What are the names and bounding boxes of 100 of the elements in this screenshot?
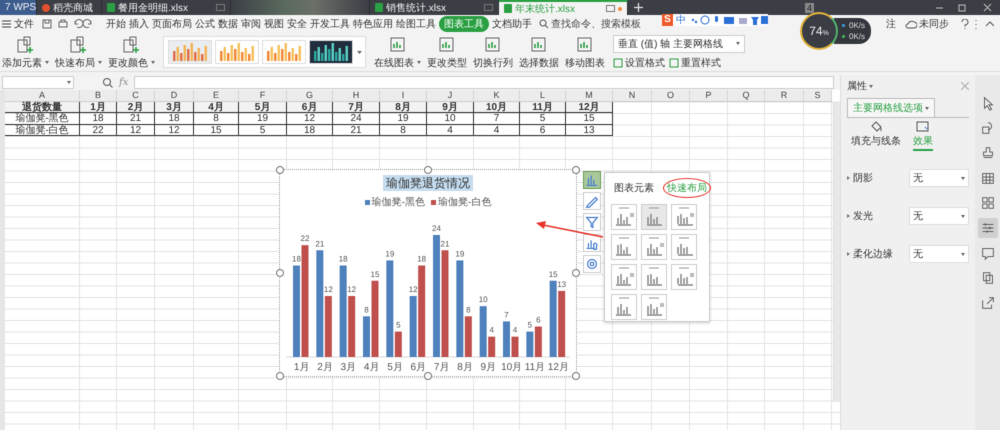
column-header[interactable]: Q xyxy=(728,90,765,102)
ribbon-small-button[interactable]: 设置格式 xyxy=(613,56,665,70)
column-header[interactable]: R xyxy=(765,90,804,102)
tab-count-badge[interactable]: 4 xyxy=(804,2,814,12)
command-search[interactable]: 查找命令、搜索模板 xyxy=(539,17,641,31)
property-dropdown[interactable]: 无 xyxy=(909,245,969,263)
file-tab[interactable]: 稻壳商城 xyxy=(37,0,102,15)
column-header[interactable]: C xyxy=(117,90,155,102)
menu-tab[interactable]: 公式 xyxy=(195,16,215,32)
layout-thumbnail[interactable] xyxy=(611,264,637,290)
chart-style-thumbnail[interactable] xyxy=(168,40,212,64)
column-header[interactable]: D xyxy=(155,90,194,102)
menu-tab[interactable]: 文档助手 xyxy=(492,16,532,32)
resize-handle[interactable] xyxy=(276,166,284,174)
property-label[interactable]: 柔化边缘 xyxy=(847,247,893,261)
menu-tab[interactable]: 开始 xyxy=(106,16,126,32)
resize-handle[interactable] xyxy=(424,166,432,174)
layout-thumbnail[interactable] xyxy=(641,204,667,230)
layout-thumbnail[interactable] xyxy=(641,234,667,260)
resize-handle[interactable] xyxy=(276,269,284,277)
ribbon-button[interactable]: 切换行列 xyxy=(471,34,515,70)
bar[interactable] xyxy=(386,260,394,357)
layout-thumbnail[interactable] xyxy=(671,204,697,230)
column-header[interactable]: O xyxy=(652,90,690,102)
layout-thumbnail[interactable] xyxy=(671,234,697,260)
chart-area[interactable]: 瑜伽凳退货情况 瑜伽凳-黑色 瑜伽凳-白色 18 22 1月 21 12 2月 18 12 3月 8 15 4月 19 5 5月 12 18 6月 24 21 7月 19 8 8月 10 4 9月 7 4 10月 5 6 11月 15 13 12月 xyxy=(279,169,577,377)
layout-thumbnail[interactable] xyxy=(611,204,637,230)
column-header[interactable]: E xyxy=(194,90,239,102)
ribbon-button[interactable]: 选择数据 xyxy=(517,34,561,70)
property-label[interactable]: 阴影 xyxy=(847,171,873,185)
bar[interactable] xyxy=(526,332,534,357)
window-controls-icon[interactable] xyxy=(934,2,994,12)
column-header[interactable]: I xyxy=(380,90,427,102)
column-header[interactable]: B xyxy=(80,90,117,102)
property-label[interactable]: 发光 xyxy=(847,209,873,223)
comment-menu[interactable]: 注 xyxy=(886,17,896,31)
help-more-icons[interactable] xyxy=(960,19,994,29)
vertical-scrollbar[interactable] xyxy=(833,102,840,402)
ribbon-button[interactable]: 快速布局 xyxy=(53,34,104,70)
file-tab[interactable]: 7 WPS xyxy=(0,0,37,15)
ribbon-small-button[interactable]: 重置样式 xyxy=(669,56,721,70)
formula-input[interactable] xyxy=(134,76,834,89)
sync-status[interactable]: 未同步 xyxy=(905,17,949,31)
bar[interactable] xyxy=(348,296,356,357)
zoom-icon[interactable] xyxy=(102,77,113,88)
resize-handle[interactable] xyxy=(572,269,580,277)
resize-handle[interactable] xyxy=(572,372,580,380)
column-header[interactable]: G xyxy=(287,90,333,102)
menu-tab[interactable]: 绘图工具 xyxy=(396,16,436,32)
bar[interactable] xyxy=(340,266,347,357)
column-header[interactable]: P xyxy=(690,90,728,102)
chart-tool-button[interactable] xyxy=(583,213,601,231)
resize-handle[interactable] xyxy=(276,372,284,380)
menu-tab[interactable]: 视图 xyxy=(264,16,284,32)
bar[interactable] xyxy=(316,250,324,357)
popup-tab[interactable]: 图表元素 xyxy=(611,179,657,197)
chart-tool-button[interactable] xyxy=(583,234,601,252)
menu-tab[interactable]: 插入 xyxy=(129,16,149,32)
menu-tab[interactable]: 特色应用 xyxy=(353,16,393,32)
bar[interactable] xyxy=(394,332,402,357)
layout-thumbnail[interactable] xyxy=(641,264,667,290)
menu-tab[interactable]: 审阅 xyxy=(241,16,261,32)
chart-style-thumbnail[interactable] xyxy=(215,40,259,64)
panel-title[interactable]: 属性 xyxy=(847,79,873,93)
chart-style-thumbnail[interactable] xyxy=(262,40,306,64)
ribbon-button[interactable]: 移动图表 xyxy=(563,34,607,70)
property-dropdown[interactable]: 无 xyxy=(909,169,969,187)
close-icon[interactable] xyxy=(961,82,969,90)
column-header[interactable]: K xyxy=(474,90,520,102)
ribbon-button[interactable]: 在线图表 xyxy=(372,34,423,70)
bar[interactable] xyxy=(488,336,496,357)
layout-thumbnail[interactable] xyxy=(671,264,697,290)
bar[interactable] xyxy=(558,290,566,357)
layout-thumbnail[interactable] xyxy=(611,234,637,260)
column-header[interactable]: S xyxy=(804,90,832,102)
chart-tool-button[interactable] xyxy=(583,255,601,273)
column-header[interactable]: H xyxy=(333,90,380,102)
sidebar-tool-button[interactable] xyxy=(978,218,998,238)
column-header[interactable]: N xyxy=(613,90,652,102)
chart-tool-button[interactable] xyxy=(583,192,601,210)
bar[interactable] xyxy=(480,306,487,357)
property-dropdown[interactable]: 无 xyxy=(909,207,969,225)
menu-tab[interactable]: 页面布局 xyxy=(152,16,192,32)
column-header[interactable]: J xyxy=(427,90,474,102)
column-header[interactable]: A xyxy=(5,90,80,102)
column-header[interactable]: M xyxy=(566,90,613,102)
chart-style-thumbnail[interactable] xyxy=(309,40,353,64)
layout-thumbnail[interactable] xyxy=(611,294,637,320)
column-header[interactable]: F xyxy=(239,90,287,102)
panel-subtab[interactable]: 填充与线条 xyxy=(851,121,901,151)
bar[interactable] xyxy=(512,336,518,357)
file-menu[interactable]: 文件 xyxy=(2,17,34,31)
bar[interactable] xyxy=(456,260,464,357)
bar[interactable] xyxy=(534,326,542,357)
ime-mode[interactable]: 中 xyxy=(676,13,686,27)
bar[interactable] xyxy=(410,296,417,357)
menu-tab[interactable]: 安全 xyxy=(287,16,307,32)
layout-thumbnail[interactable] xyxy=(641,294,667,320)
ribbon-button[interactable]: 更改颜色 xyxy=(106,34,157,70)
menu-tab[interactable]: 开发工具 xyxy=(310,16,350,32)
